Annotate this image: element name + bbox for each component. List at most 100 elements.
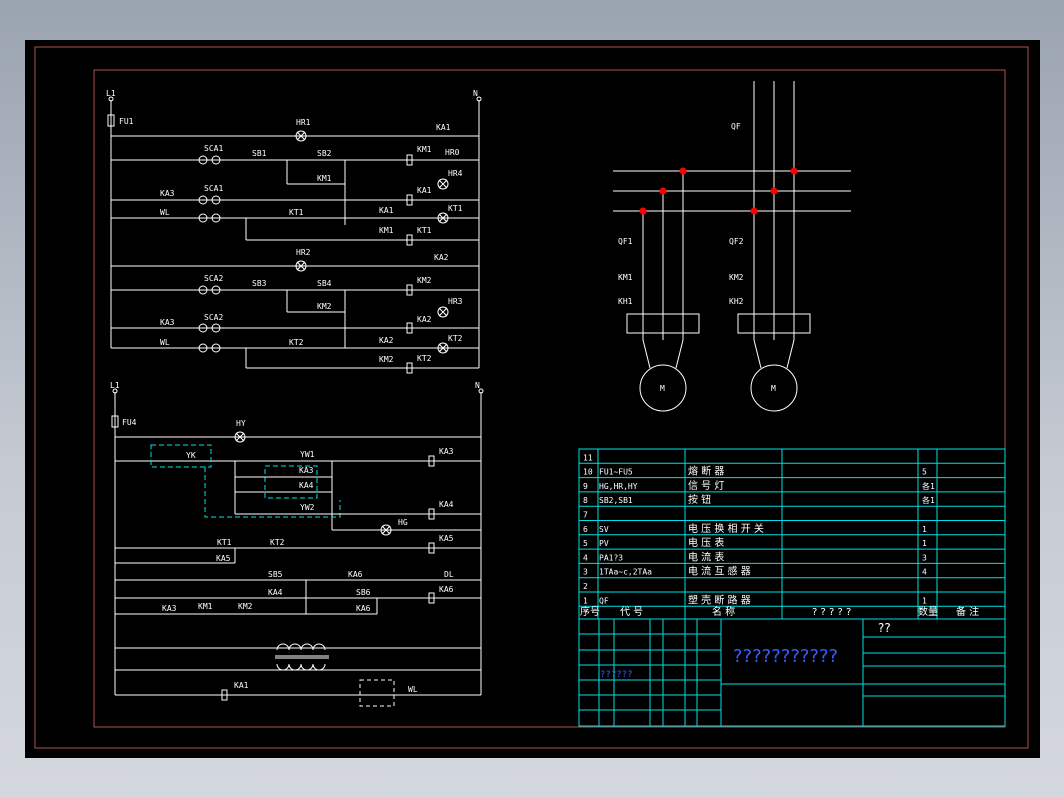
label-ka6-c: KA6 [356,604,371,613]
label-n-bot: N [475,381,480,390]
bom-cell-qty: 3 [922,553,927,562]
label-n-top: N [473,89,478,98]
label-sca1-a: SCA1 [204,144,223,153]
label-ka4-b: KA4 [439,500,454,509]
label-motor2: M [771,384,776,393]
bom-cell-no: 4 [583,553,588,562]
bom-cell-name: 电 压 表 [688,536,724,549]
model-space-background [25,40,1040,758]
bom-cell-name: 电 流 表 [688,550,724,563]
label-ka1-c: KA1 [379,206,394,215]
bom-header-spec: ? ? ? ? ? [812,607,851,618]
label-km2-c: KM2 [379,355,394,364]
label-wl-b: WL [160,338,170,347]
bom-cell-no: 11 [583,453,593,462]
bom-cell-qty: 各1 [922,481,935,491]
label-hr1: HR1 [296,118,311,127]
label-kt1-c: KT1 [448,204,463,213]
label-ka3-e: KA3 [162,604,177,613]
drawing-title: ??????????? [733,646,838,667]
bom-cell-code: QF [599,596,609,605]
label-hr4: HR4 [448,169,463,178]
cad-drawing: L1 N FU1 HR1 KA1 SCA1 SB1 SB2 KM1 HR0 KM… [25,40,1040,758]
bom-cell-no: 2 [583,582,588,591]
label-ka1-d: KA1 [234,681,249,690]
label-km1-c: KM1 [379,226,394,235]
label-km2-m: KM2 [729,273,744,282]
label-km2-d: KM2 [238,602,253,611]
label-qf2: QF2 [729,237,744,246]
label-kt2-d: KT2 [270,538,285,547]
label-hy: HY [236,419,246,428]
bom-header-code: 代 号 [620,606,643,618]
label-kt1-b: KT1 [417,226,432,235]
label-ka2-c: KA2 [379,336,394,345]
label-yw1: YW1 [300,450,315,459]
label-kt2-b: KT2 [417,354,432,363]
label-ka6-b: KA6 [439,585,454,594]
label-l1-bot: L1 [110,381,120,390]
bom-cell-qty: 4 [922,568,927,577]
label-ka4-a: KA4 [299,481,314,490]
label-km1-b: KM1 [317,174,332,183]
label-hr2: HR2 [296,248,311,257]
label-hr3: HR3 [448,297,463,306]
bom-cell-qty: 1 [922,539,927,548]
label-sb5: SB5 [268,570,283,579]
label-dl: DL [444,570,454,579]
label-fu4: FU4 [122,418,137,427]
bom-cell-code: FU1~FU5 [599,468,633,477]
bom-header-note: 备 注 [956,605,979,618]
bom-cell-name: 按 钮 [688,493,711,506]
bom-cell-no: 7 [583,511,588,520]
bom-cell-no: 1 [583,596,588,605]
bom-header-qty: 数量 [918,605,938,618]
bom-cell-no: 8 [583,496,588,505]
bom-cell-name: 电 压 换 相 开 关 [688,522,764,535]
bom-cell-no: 10 [583,468,593,477]
bom-cell-name: 电 流 互 感 器 [688,565,751,578]
label-ka3-c: KA3 [439,447,454,456]
label-qf: QF [731,122,741,131]
label-ka3-a: KA3 [160,189,175,198]
label-l1-top: L1 [106,89,116,98]
label-ka1-b: KA1 [417,186,432,195]
label-sca2-a: SCA2 [204,274,223,283]
bom-cell-qty: 5 [922,468,927,477]
label-motor1: M [660,384,665,393]
title-block-small-code: ?????? [600,670,633,680]
label-qf1: QF1 [618,237,633,246]
label-ka3-b: KA3 [160,318,175,327]
label-ka2-b: KA2 [417,315,432,324]
bom-cell-qty: 各1 [922,495,935,505]
bom-cell-no: 6 [583,525,588,534]
label-kh1: KH1 [618,297,633,306]
label-ka3-d: KA3 [299,466,314,475]
bom-cell-no: 3 [583,568,588,577]
bom-cell-code: PA1?3 [599,553,623,562]
bom-cell-code: SB2,SB1 [599,496,633,505]
label-km1-a: KM1 [417,145,432,154]
label-kt2-c: KT2 [448,334,463,343]
bom-cell-no: 5 [583,539,588,548]
label-sb6: SB6 [356,588,371,597]
label-kt1-d: KT1 [217,538,232,547]
label-ka5-a: KA5 [216,554,231,563]
label-hr0: HR0 [445,148,460,157]
label-kh2: KH2 [729,297,744,306]
bom-cell-name: 信 号 灯 [688,480,724,492]
label-hg: HG [398,518,408,527]
label-sca2-b: SCA2 [204,313,223,322]
label-sca1-b: SCA1 [204,184,223,193]
label-km1-d: KM1 [198,602,213,611]
label-sb3: SB3 [252,279,267,288]
bom-header-no: 序号 [580,605,600,618]
label-km2-a: KM2 [417,276,432,285]
label-kt2-a: KT2 [289,338,304,347]
label-ka2-a: KA2 [434,253,449,262]
bom-cell-qty: 1 [922,596,927,605]
label-wl-a: WL [160,208,170,217]
bom-cell-no: 9 [583,482,588,491]
label-km2-b: KM2 [317,302,332,311]
label-yk: YK [186,451,196,460]
